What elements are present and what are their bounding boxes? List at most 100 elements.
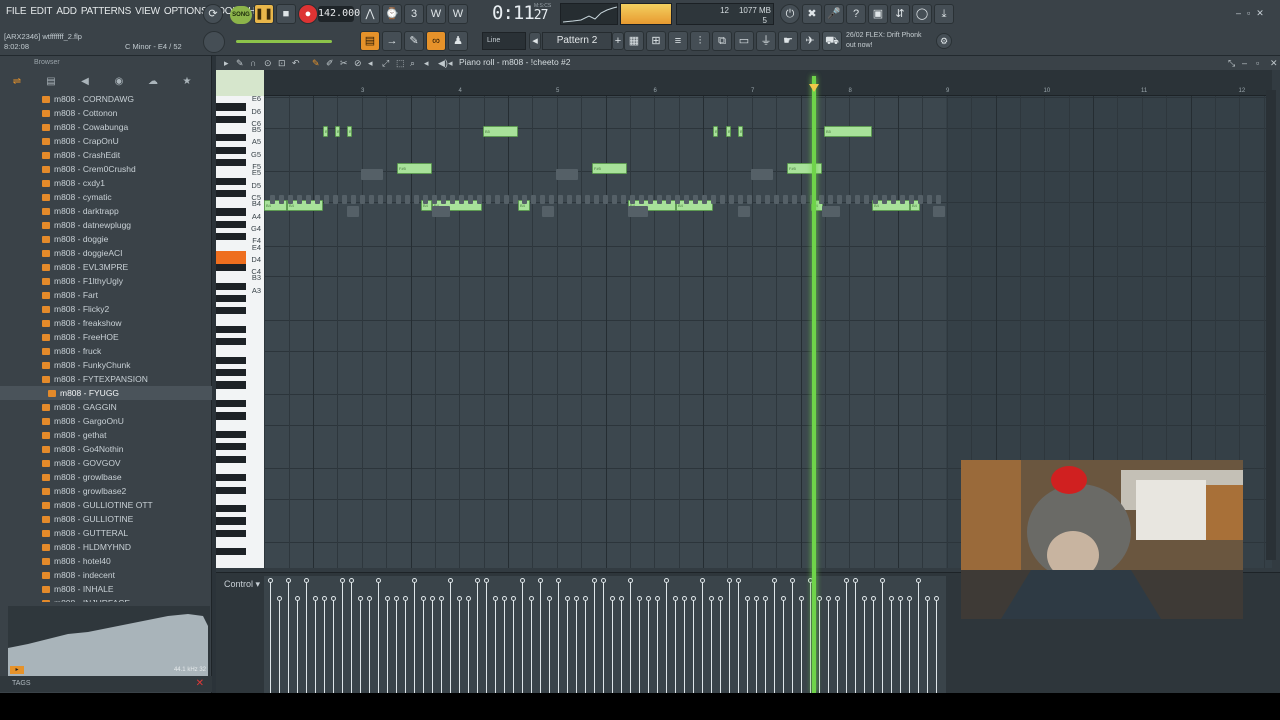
velocity-handle[interactable] (934, 596, 939, 601)
black-key[interactable] (216, 412, 246, 420)
browser-item[interactable]: m808 - Go4Nothin (0, 442, 212, 456)
velocity-stem[interactable] (882, 580, 883, 693)
velocity-handle[interactable] (745, 596, 750, 601)
settings-gear-icon[interactable]: ⚙ (936, 33, 952, 49)
velocity-handle[interactable] (763, 596, 768, 601)
velocity-handle[interactable] (295, 596, 300, 601)
velocity-stem[interactable] (459, 598, 460, 693)
velocity-stem[interactable] (666, 580, 667, 693)
velocity-handle[interactable] (835, 596, 840, 601)
chat-icon[interactable]: ◯ (912, 4, 932, 24)
black-key[interactable] (216, 529, 246, 537)
velocity-handle[interactable] (286, 578, 291, 583)
channel-rack-icon[interactable]: ⊞ (646, 31, 666, 51)
browser-item[interactable]: m808 - GargoOnU (0, 414, 212, 428)
velocity-handle[interactable] (664, 578, 669, 583)
velocity-handle[interactable] (862, 596, 867, 601)
speaker-tool-icon[interactable]: ◀) (438, 58, 448, 69)
velocity-handle[interactable] (331, 596, 336, 601)
black-key[interactable] (216, 430, 246, 439)
velocity-stem[interactable] (927, 598, 928, 693)
black-key[interactable] (216, 282, 246, 290)
velocity-stem[interactable] (468, 598, 469, 693)
velocity-handle[interactable] (268, 578, 273, 583)
undo-icon[interactable]: ↶ (292, 58, 300, 69)
velocity-handle[interactable] (484, 578, 489, 583)
black-key[interactable] (216, 443, 246, 451)
plug-icon[interactable]: ⇌ (0, 76, 34, 87)
velocity-stem[interactable] (909, 598, 910, 693)
velocity-handle[interactable] (853, 578, 858, 583)
master-volume-knob[interactable] (203, 31, 225, 53)
velocity-stem[interactable] (774, 580, 775, 693)
velocity-stem[interactable] (684, 598, 685, 693)
loop-record-icon[interactable]: ⟳ (203, 4, 223, 24)
velocity-handle[interactable] (304, 578, 309, 583)
velocity-handle[interactable] (493, 596, 498, 601)
black-key[interactable] (216, 338, 246, 346)
velocity-handle[interactable] (610, 596, 615, 601)
velocity-stem[interactable] (324, 598, 325, 693)
velocity-stem[interactable] (891, 598, 892, 693)
velocity-handle[interactable] (475, 578, 480, 583)
play-button[interactable]: ❚❚ (254, 4, 274, 24)
browser-item[interactable]: m808 - cxdy1 (0, 176, 212, 190)
pr-arrow-icon[interactable]: ⤡ (1228, 58, 1235, 69)
velocity-stem[interactable] (567, 598, 568, 693)
velocity-stem[interactable] (630, 580, 631, 693)
velocity-handle[interactable] (277, 596, 282, 601)
note[interactable]: B5 (335, 126, 340, 138)
browser-item[interactable]: m808 - HLDMYHND (0, 540, 212, 554)
velocity-stem[interactable] (846, 580, 847, 693)
plugin-picker-icon[interactable]: ⧉ (712, 31, 732, 51)
window-controls[interactable]: –▫✕ (1236, 8, 1270, 19)
velocity-handle[interactable] (385, 596, 390, 601)
velocity-stem[interactable] (513, 598, 514, 693)
browser-item[interactable]: m808 - EVL3MPRE (0, 260, 212, 274)
velocity-stem[interactable] (594, 580, 595, 693)
velocity-stem[interactable] (657, 598, 658, 693)
shop-icon[interactable]: ⛟ (822, 31, 842, 51)
draw-tool-icon[interactable]: ✎ (312, 58, 320, 69)
velocity-stem[interactable] (918, 580, 919, 693)
velocity-handle[interactable] (709, 596, 714, 601)
tags-bar[interactable]: TAGS ✕ (0, 676, 212, 692)
black-key[interactable] (216, 115, 246, 123)
close-tags-icon[interactable]: ✕ (196, 678, 204, 689)
link-icon[interactable]: ∞ (426, 31, 446, 51)
menu-view[interactable]: VIEW (133, 6, 162, 17)
velocity-handle[interactable] (511, 596, 516, 601)
velocity-stem[interactable] (810, 580, 811, 693)
velocity-handle[interactable] (799, 596, 804, 601)
velocity-stem[interactable] (315, 598, 316, 693)
browser-item[interactable]: m808 - CORNDAWG (0, 92, 212, 106)
browser-item[interactable]: m808 - Flicky2 (0, 302, 212, 316)
velocity-stem[interactable] (576, 598, 577, 693)
velocity-handle[interactable] (781, 596, 786, 601)
velocity-handle[interactable] (412, 578, 417, 583)
black-key[interactable] (216, 356, 246, 364)
velocity-stem[interactable] (360, 598, 361, 693)
menu-add[interactable]: ADD (54, 6, 79, 17)
velocity-handle[interactable] (673, 596, 678, 601)
velocity-stem[interactable] (306, 580, 307, 693)
browser-item[interactable]: m808 - INHALE (0, 582, 212, 596)
slice-tool-icon[interactable]: ◂ (368, 58, 373, 69)
sliders-icon[interactable]: ⫶ (690, 31, 710, 51)
velocity-stem[interactable] (729, 580, 730, 693)
velocity-handle[interactable] (556, 578, 561, 583)
browser-item[interactable]: m808 - FYUGG (0, 386, 212, 400)
browser-item[interactable]: m808 - FYTEXPANSION (0, 372, 212, 386)
piano-roll-icon[interactable]: ▤ (360, 31, 380, 51)
delete-tool-icon[interactable]: ✂ (340, 58, 348, 69)
velocity-handle[interactable] (601, 578, 606, 583)
song-mode-toggle[interactable]: SONG (230, 6, 252, 24)
browser-icon[interactable]: ▭ (734, 31, 754, 51)
velocity-handle[interactable] (907, 596, 912, 601)
browser-item[interactable]: m808 - INJURFACE (0, 596, 212, 602)
velocity-lane[interactable] (264, 576, 946, 693)
velocity-handle[interactable] (358, 596, 363, 601)
countdown-icon[interactable]: 3 (404, 4, 424, 24)
velocity-stem[interactable] (639, 598, 640, 693)
note[interactable]: F#5 (592, 163, 627, 175)
